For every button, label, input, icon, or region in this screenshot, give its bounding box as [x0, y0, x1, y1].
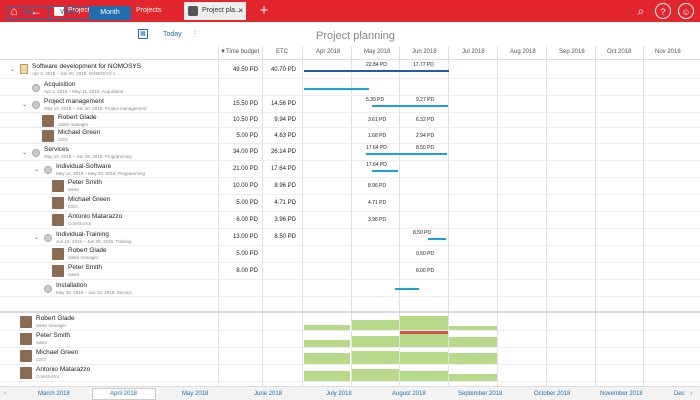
task-status-icon — [32, 101, 40, 109]
gantt-bar[interactable] — [304, 70, 449, 72]
avatar — [52, 265, 64, 277]
load-bar — [352, 351, 399, 364]
task-status-icon — [32, 149, 40, 157]
gantt-bar[interactable] — [366, 153, 447, 155]
table-row-task[interactable]: ⌄ Individual-Software May 14, 2018 – May… — [0, 161, 700, 178]
load-bar — [304, 371, 350, 381]
load-bar — [449, 353, 497, 364]
table-row-resource[interactable]: Robert Glade Sales manager 10.50 PD 9.94… — [0, 113, 700, 128]
page-title: Project planning — [316, 30, 395, 42]
scroll-right-icon[interactable]: › — [690, 390, 692, 397]
user-icon[interactable]: ☺ — [678, 3, 694, 19]
scroll-left-icon[interactable]: ‹ — [4, 390, 6, 397]
task-status-icon — [44, 285, 52, 293]
tab-project-planning[interactable]: Project pla... × — [184, 2, 246, 20]
load-bar — [449, 337, 497, 347]
table-row-resource[interactable]: Peter Smith Sales 8.00 PD 8.00 PD — [0, 263, 700, 280]
resource-row[interactable]: Michael Green CEO — [0, 348, 700, 365]
gantt-bar[interactable] — [304, 88, 369, 90]
load-bar — [352, 320, 399, 330]
column-time-budget[interactable]: Time budget — [226, 49, 259, 55]
today-button[interactable]: Today — [163, 31, 182, 38]
load-bar — [304, 340, 350, 347]
load-bar — [400, 352, 448, 364]
resource-row[interactable]: Peter Smith Sales — [0, 331, 700, 348]
task-status-icon — [44, 234, 52, 242]
table-row-resource[interactable]: Michael Green CEO 5.00 PD 4.63 PD 1.68 P… — [0, 128, 700, 144]
gantt-bar[interactable] — [428, 238, 446, 240]
load-bar — [400, 316, 448, 330]
month-aug: Aug 2018 — [510, 49, 536, 55]
table-row-task[interactable]: ⌄ Individual-Training Jun 18, 2018 – Jun… — [0, 229, 700, 246]
planning-icon — [188, 6, 198, 16]
avatar — [42, 115, 54, 127]
timeline-scrollbar[interactable]: ‹ March 2018 April 2018 May 2018 June 20… — [0, 386, 700, 400]
table-row-task[interactable]: Acquisition Apr 2, 2018 – May 11, 2018, … — [0, 79, 700, 96]
collapse-icon[interactable]: ⌄ — [10, 66, 15, 73]
resource-row[interactable]: Antonio Matarazzo Constructor — [0, 365, 700, 382]
load-bar — [352, 369, 399, 381]
month-sep: Sep 2018 — [559, 49, 585, 55]
gantt-bar[interactable] — [372, 105, 448, 107]
project-doc-icon — [20, 64, 28, 74]
load-bar — [304, 325, 350, 330]
week-view-button[interactable]: Week — [48, 6, 90, 20]
avatar — [42, 130, 54, 142]
add-tab-icon[interactable]: + — [256, 3, 272, 19]
gantt-bar[interactable] — [395, 288, 419, 290]
table-row-project[interactable]: ⌄ Software development for NOMOSYS Apr 2… — [0, 60, 700, 79]
month-view-button[interactable]: Month — [89, 6, 131, 20]
load-bar — [352, 336, 399, 347]
gantt-bar[interactable] — [372, 170, 398, 172]
avatar — [20, 333, 32, 345]
load-bar — [400, 334, 448, 347]
table-row-task[interactable]: ⌄ Project management May 14, 2018 – Jun … — [0, 96, 700, 113]
load-bar — [304, 353, 350, 364]
table-row-task[interactable]: Installation May 28, 2018 – Jun 10, 2018… — [0, 280, 700, 297]
task-status-icon — [32, 84, 40, 92]
avatar — [52, 214, 64, 226]
month-oct: Oct 2018 — [607, 49, 632, 55]
collapse-icon[interactable]: ⌄ — [34, 234, 39, 241]
task-status-icon — [44, 166, 52, 174]
column-etc[interactable]: ETC — [276, 49, 288, 55]
filter-settings-icon[interactable]: ⫶ — [194, 29, 196, 40]
table-row-resource[interactable]: Robert Glade Sales manager 5.00 PD 0.50 … — [0, 246, 700, 263]
table-row-resource[interactable]: Antonio Matarazzo Constructor 6.00 PD 3.… — [0, 212, 700, 229]
calendar-icon[interactable]: ▦ — [138, 29, 148, 39]
load-bar — [449, 326, 497, 330]
table-row-resource[interactable]: Peter Smith Sales 10.00 PD 8.96 PD 8.96 … — [0, 178, 700, 195]
load-bar — [449, 374, 497, 381]
avatar — [52, 180, 64, 192]
load-bar — [400, 371, 448, 381]
avatar — [20, 316, 32, 328]
day-view-button[interactable]: Day — [7, 6, 49, 20]
help-icon[interactable]: ? — [655, 3, 671, 19]
avatar — [20, 350, 32, 362]
collapse-icon[interactable]: ⌄ — [22, 149, 27, 156]
table-row-task[interactable]: ⌄ Services May 14, 2018 – Jun 28, 2018, … — [0, 144, 700, 161]
collapse-icon[interactable]: ⌄ — [22, 101, 27, 108]
avatar — [20, 367, 32, 379]
search-icon[interactable]: ⌕ — [633, 3, 649, 19]
pane-divider[interactable] — [0, 311, 700, 313]
resource-row[interactable]: Robert Glade Sales manager — [0, 314, 700, 331]
month-apr: Apr 2018 — [316, 49, 341, 55]
month-jul: Jul 2018 — [462, 49, 485, 55]
month-may: May 2018 — [364, 49, 391, 55]
table-row-resource[interactable]: Michael Green CEO 5.00 PD 4.71 PD 4.71 P… — [0, 195, 700, 212]
close-tab-icon[interactable]: × — [238, 2, 243, 20]
avatar — [52, 197, 64, 209]
month-nov: Nov 2018 — [655, 49, 681, 55]
collapse-icon[interactable]: ⌄ — [34, 166, 39, 173]
month-jun: Jun 2018 — [412, 49, 437, 55]
avatar — [52, 248, 64, 260]
